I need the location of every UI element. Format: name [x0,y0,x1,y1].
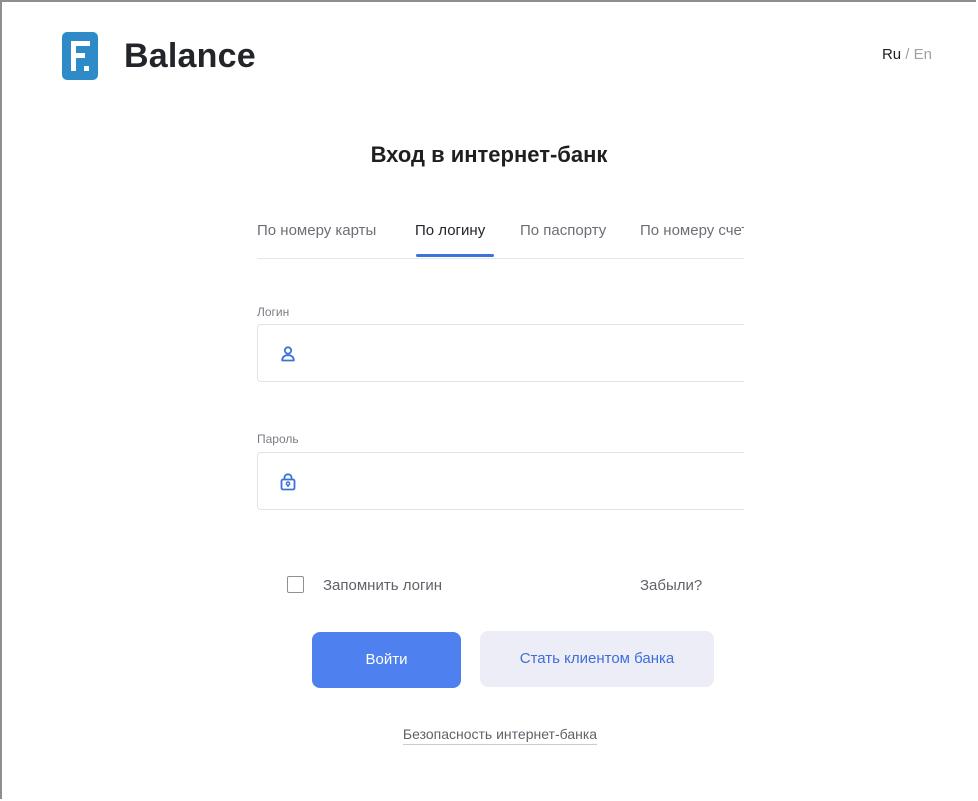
lang-en[interactable]: En [914,46,932,63]
tab-passport[interactable]: По паспорту [520,222,606,239]
lang-separator: / [901,46,914,63]
panel-clip [744,300,978,560]
tab-card[interactable]: По номеру карты [257,222,376,239]
logo-icon [62,32,98,80]
security-link[interactable]: Безопасность интернет-банка [402,726,598,745]
active-tab-indicator [416,254,494,257]
password-input[interactable] [308,453,742,511]
login-label: Логин [257,305,290,319]
lang-ru[interactable]: Ru [882,46,901,63]
login-method-tabs: По номеру карты По логину По паспорту По… [257,218,744,259]
login-input[interactable] [308,325,742,383]
become-client-button[interactable]: Стать клиентом банка [480,631,714,687]
remember-label[interactable]: Запомнить логин [323,577,442,594]
security-link-wrap: Безопасность интернет-банка [0,726,978,745]
login-button[interactable]: Войти [312,632,461,688]
brand-name: Balance [124,36,256,75]
brand-logo[interactable]: Balance [62,32,256,80]
tab-login[interactable]: По логину [415,222,485,239]
remember-checkbox[interactable] [287,576,304,593]
user-icon [281,346,295,362]
lock-icon [280,473,296,491]
password-label: Пароль [257,432,299,446]
password-field[interactable] [257,452,757,511]
page-title: Вход в интернет-банк [370,142,608,167]
forgot-link[interactable]: Забыли? [640,577,702,594]
tab-account[interactable]: По номеру счета [640,222,744,239]
language-switcher: Ru / En [882,46,932,63]
login-field[interactable] [257,324,757,383]
